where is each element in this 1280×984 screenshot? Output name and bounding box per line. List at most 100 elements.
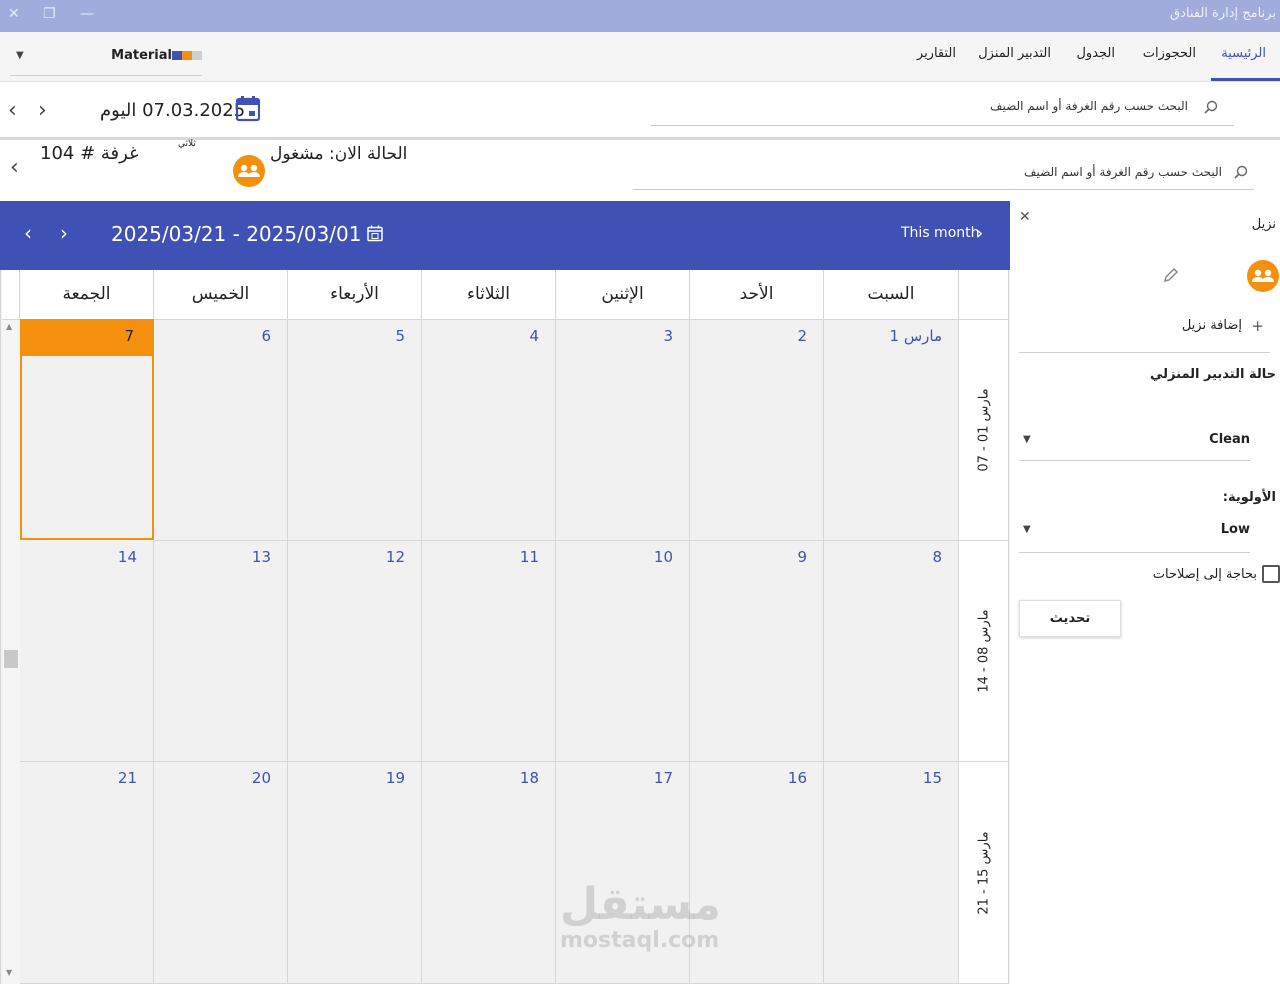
close-window-button[interactable]: ✕ bbox=[8, 6, 20, 22]
week-label: مارس 01 - 07 bbox=[976, 388, 991, 472]
day-number: 15 bbox=[922, 769, 942, 787]
close-panel-button[interactable]: ✕ bbox=[1019, 209, 1031, 225]
add-guest-button[interactable]: إضافة نزيل bbox=[1182, 318, 1242, 333]
room-status: الحالة الان: مشغول bbox=[270, 144, 408, 164]
week-label: مارس 08 - 14 bbox=[976, 609, 991, 693]
theme-swatch-orange bbox=[182, 51, 192, 60]
week-label-cell: مارس 15 - 21 bbox=[959, 762, 1009, 984]
day-cell[interactable]: 10 bbox=[556, 541, 690, 762]
update-button[interactable]: تحديث bbox=[1019, 600, 1121, 637]
theme-dropdown[interactable]: ▼ Material bbox=[10, 44, 202, 76]
housekeeping-status-value: Clean bbox=[1209, 432, 1250, 447]
tab-bookings[interactable]: الحجوزات bbox=[1143, 46, 1196, 61]
day-number: 7 bbox=[124, 327, 134, 345]
search-icon bbox=[1234, 165, 1248, 179]
search-input[interactable]: البحث حسب رقم الغرفة أو اسم الضيف bbox=[651, 92, 1234, 126]
room-search-input[interactable]: البحث حسب رقم الغرفة أو اسم الضيف bbox=[633, 158, 1254, 190]
guest-panel-title: نزيل bbox=[1251, 217, 1276, 232]
day-number: 19 bbox=[385, 769, 405, 787]
day-number: 16 bbox=[787, 769, 807, 787]
edit-icon[interactable] bbox=[1163, 267, 1179, 283]
day-header-saturday: السبت bbox=[824, 270, 959, 320]
minimize-window-button[interactable]: — bbox=[80, 6, 94, 22]
active-tab-indicator bbox=[1211, 78, 1280, 81]
theme-dropdown-value: Material bbox=[111, 48, 172, 63]
tab-reports[interactable]: التقارير bbox=[917, 46, 956, 61]
back-button[interactable]: ‹ bbox=[10, 157, 19, 179]
date-picker-icon[interactable] bbox=[367, 225, 383, 242]
day-header-friday: الجمعة bbox=[20, 270, 154, 320]
housekeeping-status-dropdown[interactable]: ▼ Clean bbox=[1019, 425, 1250, 461]
day-cell[interactable]: 13 bbox=[154, 541, 288, 762]
priority-value: Low bbox=[1220, 522, 1250, 537]
day-cell[interactable]: 15 bbox=[824, 762, 959, 984]
guest-avatar bbox=[233, 155, 265, 187]
day-number: 4 bbox=[529, 327, 539, 345]
day-cell[interactable]: 14 bbox=[20, 541, 154, 762]
day-number: 11 bbox=[519, 548, 539, 566]
current-date[interactable]: 07.03.2025 اليوم bbox=[100, 100, 245, 121]
chevron-down-icon: ▼ bbox=[1023, 434, 1031, 445]
day-cell[interactable]: 11 bbox=[422, 541, 556, 762]
day-header-thursday: الخميس bbox=[154, 270, 288, 320]
day-cell[interactable]: 6 bbox=[154, 320, 288, 541]
priority-dropdown[interactable]: ▼ Low bbox=[1019, 515, 1250, 553]
day-header-spacer bbox=[2, 270, 20, 320]
next-date-button[interactable]: › bbox=[38, 100, 47, 122]
calendar-range: 2025/03/21 - 2025/03/01 bbox=[111, 222, 362, 246]
day-number: 12 bbox=[385, 548, 405, 566]
day-header-wednesday: الأربعاء bbox=[288, 270, 422, 320]
this-month-button[interactable]: This month bbox=[901, 225, 980, 241]
priority-label: الأولوية: bbox=[1222, 490, 1276, 505]
week-label: مارس 15 - 21 bbox=[976, 830, 991, 915]
day-cell[interactable]: 9 bbox=[690, 541, 824, 762]
calendar-next-button[interactable]: › bbox=[60, 221, 68, 245]
watermark-latin: mostaql.com bbox=[560, 928, 720, 953]
scroll-down-icon[interactable]: ▼ bbox=[6, 968, 12, 977]
day-cell[interactable]: 12 bbox=[288, 541, 422, 762]
day-cell[interactable]: 20 bbox=[154, 762, 288, 984]
calendar-scrollbar[interactable]: ▲ ▼ bbox=[2, 320, 20, 984]
day-cell[interactable]: 8 bbox=[824, 541, 959, 762]
calendar-prev-button[interactable]: ‹ bbox=[24, 221, 32, 245]
scrollbar-thumb[interactable] bbox=[4, 650, 18, 668]
tab-home[interactable]: الرئيسية bbox=[1221, 46, 1266, 61]
needs-repairs-checkbox[interactable] bbox=[1262, 565, 1280, 583]
day-cell[interactable]: 2 bbox=[690, 320, 824, 541]
housekeeping-status-label: حالة التدبير المنزلي bbox=[1150, 367, 1276, 382]
scroll-up-icon[interactable]: ▲ bbox=[6, 322, 12, 331]
day-number: 20 bbox=[251, 769, 271, 787]
calendar-header: ‹ › 2025/03/21 - 2025/03/01 This month › bbox=[0, 201, 1010, 270]
prev-date-button[interactable]: ‹ bbox=[8, 100, 17, 122]
day-cell[interactable]: 5 bbox=[288, 320, 422, 541]
day-cell[interactable]: مارس 1 bbox=[824, 320, 959, 541]
chevron-right-icon[interactable]: › bbox=[976, 222, 983, 246]
tab-schedule[interactable]: الجدول bbox=[1076, 46, 1115, 61]
needs-repairs-label: بحاجة إلى إصلاحات bbox=[1152, 567, 1257, 582]
day-cell[interactable]: 18 bbox=[422, 762, 556, 984]
day-number: 6 bbox=[261, 327, 271, 345]
watermark-arabic: مستقل bbox=[560, 879, 721, 930]
week-header-spacer bbox=[959, 270, 1009, 320]
tab-housekeeping[interactable]: التدبير المنزل bbox=[978, 46, 1051, 61]
day-header-tuesday: الثلاثاء bbox=[422, 270, 556, 320]
theme-swatch-blue bbox=[172, 51, 182, 60]
calendar-icon[interactable] bbox=[236, 96, 260, 122]
day-cell[interactable]: 21 bbox=[20, 762, 154, 984]
add-icon[interactable]: + bbox=[1251, 317, 1264, 335]
day-cell[interactable]: 3 bbox=[556, 320, 690, 541]
divider bbox=[1019, 352, 1270, 353]
day-header-monday: الإثنين bbox=[556, 270, 690, 320]
restore-window-button[interactable]: ❐ bbox=[43, 6, 56, 22]
day-number: 5 bbox=[395, 327, 405, 345]
day-cell[interactable]: 4 bbox=[422, 320, 556, 541]
room-number: غرفة # 104 bbox=[40, 143, 139, 164]
day-number: 18 bbox=[519, 769, 539, 787]
day-number: 13 bbox=[251, 548, 271, 566]
day-cell[interactable]: 19 bbox=[288, 762, 422, 984]
day-number: 14 bbox=[117, 548, 137, 566]
day-header-sunday: الأحد bbox=[690, 270, 824, 320]
day-cell-today[interactable]: 7 bbox=[20, 319, 154, 540]
day-number: 8 bbox=[932, 548, 942, 566]
chevron-down-icon: ▼ bbox=[16, 50, 24, 61]
